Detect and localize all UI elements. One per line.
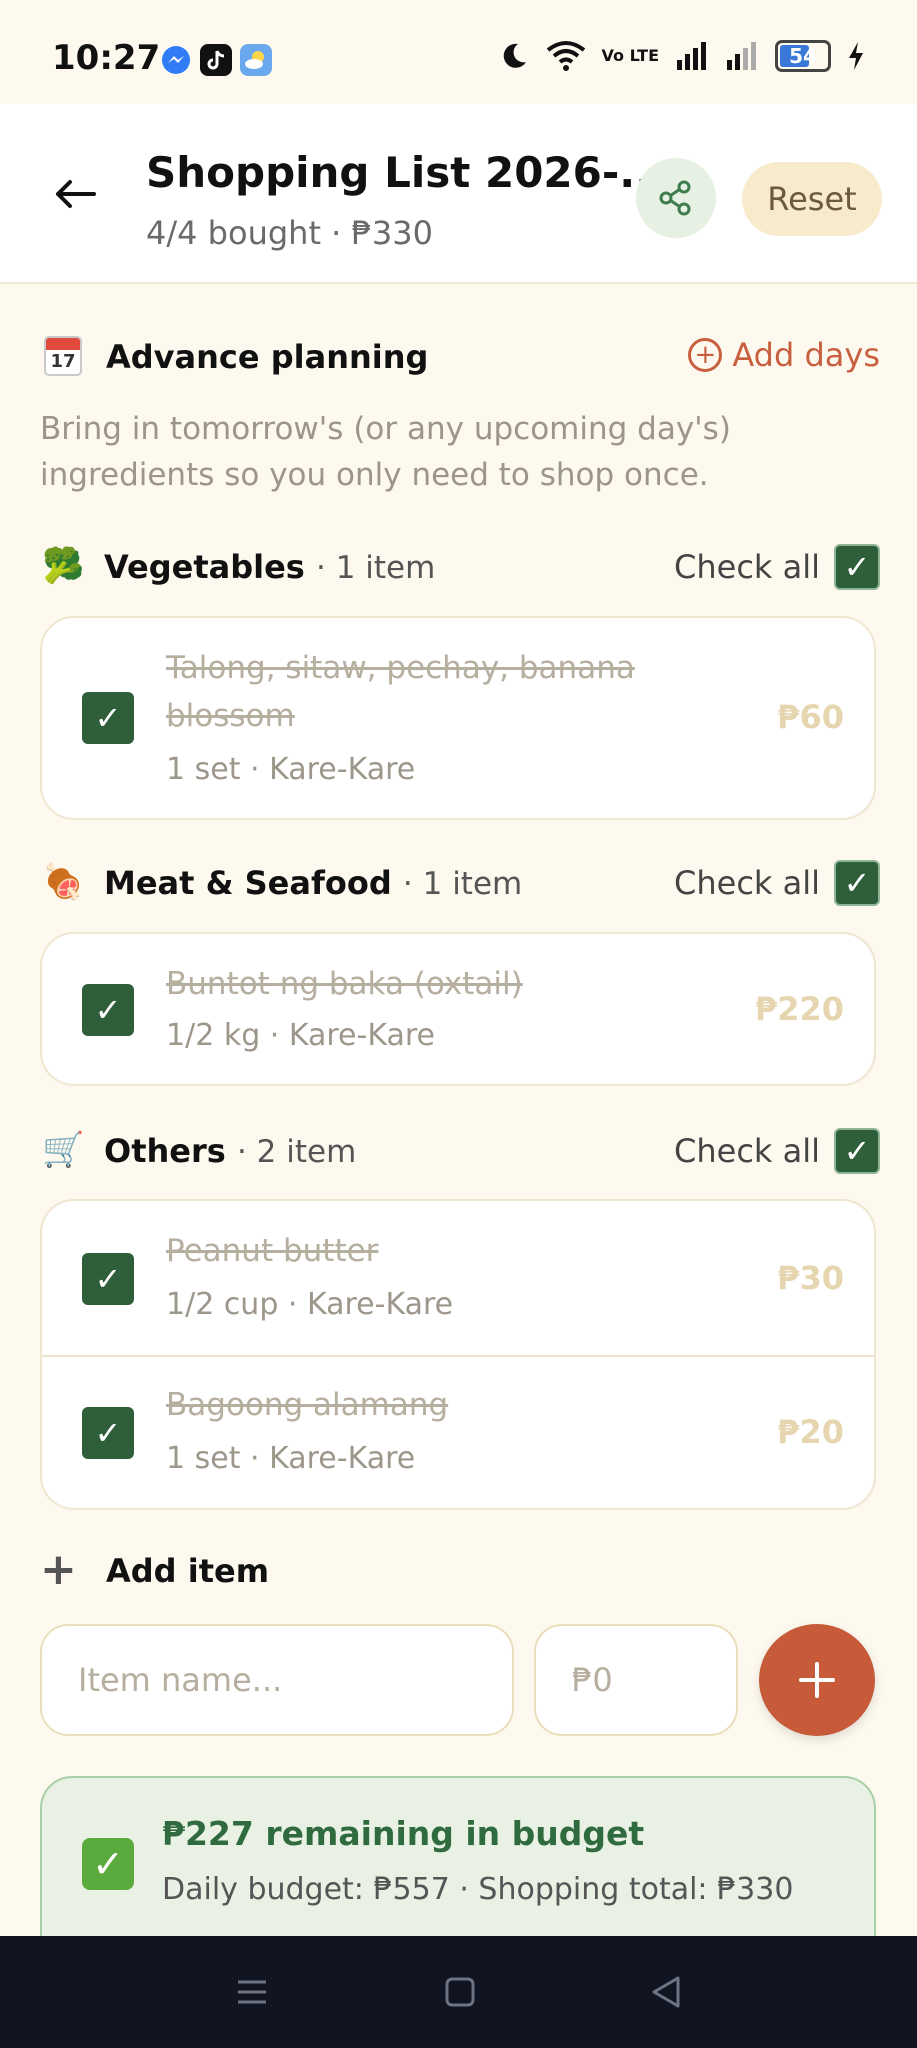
category-header-meat-seafood: 🍖 Meat & Seafood · 1 item Check all ✓ [40, 860, 880, 908]
item-price-placeholder: ₱0 [572, 1661, 613, 1699]
check-all-button[interactable]: Check all ✓ [674, 544, 880, 590]
charging-icon [849, 42, 863, 70]
status-time: 10:27 [52, 38, 161, 78]
signal-icon-2 [727, 42, 756, 70]
advance-planning-header: 17 Advance planning + Add days [40, 334, 880, 382]
signal-icon [677, 42, 706, 70]
item-meta: 1/2 cup · Kare-Kare [166, 1287, 454, 1322]
status-bar: 10:27 Vo LTE 54 [0, 0, 917, 104]
advance-planning-title: Advance planning [106, 338, 429, 376]
reset-button[interactable]: Reset [742, 162, 882, 236]
check-all-checkbox[interactable]: ✓ [834, 544, 880, 590]
item-name: Talong, sitaw, pechay, banana blossom [166, 650, 635, 734]
item-name: Buntot ng baka (oxtail) [166, 966, 523, 1002]
item-price: ₱220 [754, 990, 844, 1028]
list-item[interactable]: ✓ Bagoong alamang 1 set · Kare-Kare ₱20 [42, 1355, 874, 1508]
category-header-others: 🛒 Others · 2 item Check all ✓ [40, 1128, 880, 1176]
add-days-button[interactable]: + Add days [688, 336, 880, 374]
item-name: Bagoong alamang [166, 1387, 449, 1423]
back-nav-icon[interactable] [648, 1974, 684, 2010]
check-all-button[interactable]: Check all ✓ [674, 1128, 880, 1174]
share-icon [659, 180, 691, 216]
check-all-label: Check all [674, 1132, 820, 1170]
check-all-button[interactable]: Check all ✓ [674, 860, 880, 906]
check-all-label: Check all [674, 864, 820, 902]
calendar-icon: 17 [44, 336, 82, 376]
check-all-label: Check all [674, 548, 820, 586]
share-button[interactable] [636, 158, 716, 238]
item-checbox[interactable]: ✓ [82, 984, 134, 1036]
item-meta: 1/2 kg · Kare-Kare [166, 1018, 435, 1053]
list-item[interactable]: ✓ Peanut butter 1/2 cup · Kare-Kare ₱30 [42, 1201, 874, 1355]
category-count: · 1 item [402, 866, 523, 902]
app-header: Shopping List 2026-... 4/4 bought · ₱330… [0, 104, 917, 284]
back-button[interactable] [50, 174, 100, 214]
item-checkbox[interactable]: ✓ [82, 1253, 134, 1305]
category-card-meat-seafood: ✓ Buntot ng baka (oxtail) 1/2 kg · Kare-… [40, 932, 876, 1086]
plus-icon [799, 1662, 835, 1698]
system-nav-bar [0, 1936, 917, 2048]
category-card-others: ✓ Peanut butter 1/2 cup · Kare-Kare ₱30 … [40, 1199, 876, 1510]
moon-icon [503, 43, 526, 68]
tiktok-icon [200, 44, 232, 76]
wifi-icon [546, 41, 585, 71]
volte-indicator: Vo LTE [601, 46, 659, 65]
menu-icon[interactable] [234, 1974, 270, 2010]
item-meta: 1 set · Kare-Kare [166, 752, 416, 787]
add-item-label: Add item [106, 1552, 270, 1590]
item-price: ₱20 [777, 1413, 844, 1451]
category-header-vegetables: 🥦 Vegetables · 1 item Check all ✓ [40, 544, 880, 592]
item-name: Peanut butter [166, 1233, 379, 1269]
category-count: · 2 item [236, 1134, 357, 1170]
item-name-input[interactable]: Item name... [40, 1624, 514, 1736]
arrow-left-icon [56, 180, 96, 208]
budget-summary: ✓ ₱227 remaining in budget Daily budget:… [40, 1776, 876, 1956]
category-count: · 1 item [315, 550, 436, 586]
item-checkbox[interactable]: ✓ [82, 1407, 134, 1459]
budget-remaining: ₱227 remaining in budget [162, 1814, 645, 1853]
battery-icon: 54 [775, 40, 831, 72]
home-icon[interactable] [442, 1974, 478, 2010]
add-days-label: Add days [732, 336, 880, 374]
page-subtitle: 4/4 bought · ₱330 [146, 214, 433, 252]
category-title: Meat & Seafood · 1 item [104, 864, 523, 902]
advance-planning-description: Bring in tomorrow's (or any upcoming day… [40, 411, 731, 493]
item-name-placeholder: Item name... [78, 1661, 283, 1699]
category-title: Others · 2 item [104, 1132, 357, 1170]
item-checkbox[interactable]: ✓ [82, 692, 134, 744]
page-title: Shopping List 2026-... [146, 148, 668, 197]
meat-icon: 🍖 [42, 862, 85, 902]
check-mark-icon: ✓ [82, 1838, 134, 1890]
broccoli-icon: 🥦 [42, 546, 85, 586]
item-price: ₱60 [777, 698, 844, 736]
cart-icon: 🛒 [42, 1130, 85, 1170]
weather-icon [240, 44, 272, 76]
category-title: Vegetables · 1 item [104, 548, 436, 586]
list-item[interactable]: ✓ Buntot ng baka (oxtail) 1/2 kg · Kare-… [42, 934, 874, 1084]
status-icons: Vo LTE 54 [498, 40, 865, 72]
check-all-checkbox[interactable]: ✓ [834, 1128, 880, 1174]
item-price: ₱30 [777, 1259, 844, 1297]
check-all-checkbox[interactable]: ✓ [834, 860, 880, 906]
messenger-icon [160, 44, 192, 76]
plus-circle-icon: + [688, 338, 723, 372]
list-item[interactable]: ✓ Talong, sitaw, pechay, banana blossom … [42, 618, 874, 818]
category-card-vegetables: ✓ Talong, sitaw, pechay, banana blossom … [40, 616, 876, 820]
plus-icon: + [40, 1544, 77, 1595]
budget-details: Daily budget: ₱557 · Shopping total: ₱33… [162, 1872, 794, 1907]
item-meta: 1 set · Kare-Kare [166, 1441, 416, 1476]
item-price-input[interactable]: ₱0 [534, 1624, 738, 1736]
add-item-button[interactable] [759, 1624, 875, 1736]
